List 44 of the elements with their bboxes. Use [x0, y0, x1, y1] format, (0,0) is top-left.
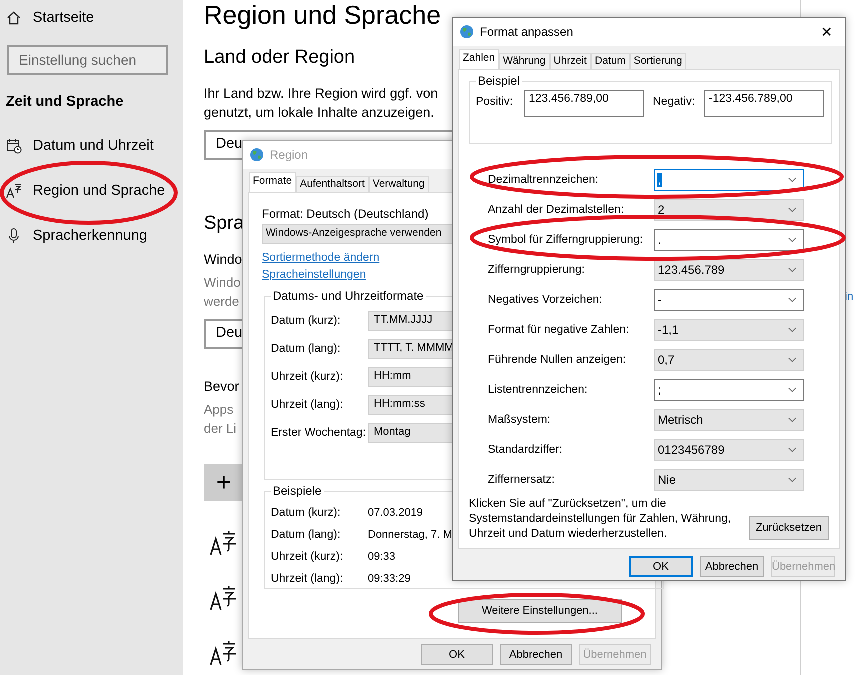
field-label: Maßsystem:	[488, 414, 552, 426]
example-box: -123.456.789,00	[704, 90, 824, 117]
description-text: Windo werde	[204, 274, 241, 311]
section-heading: Spra	[204, 212, 244, 236]
field-label: Uhrzeit (kurz):	[271, 371, 344, 383]
field-label: Positiv:	[476, 96, 514, 108]
group-title: Datums- und Uhrzeitformate	[272, 289, 425, 303]
field-label: Symbol für Zifferngruppierung:	[488, 234, 644, 246]
section-heading: Zeit und Sprache	[6, 94, 125, 110]
group-title: Beispiele	[272, 484, 323, 498]
example-value: Donnerstag, 7. M	[368, 529, 452, 541]
example-value: 07.03.2019	[368, 507, 424, 519]
window-title: Region	[270, 148, 310, 162]
description-text: Ihr Land bzw. Ihre Region wird ggf. von genutzt, um lokale Inhalte anzuzeigen.	[204, 85, 438, 122]
example-value: 09:33	[368, 551, 396, 563]
group-title: Beispiel	[477, 74, 522, 88]
field-label: Zifferngruppierung:	[488, 264, 586, 276]
field-label: Standardziffer:	[488, 444, 564, 456]
field-label: Negatives Vorzeichen:	[488, 294, 604, 306]
setting-label: Windo	[204, 252, 242, 267]
field-label: Erster Wochentag:	[271, 427, 368, 439]
description-text: Apps der Li	[204, 401, 237, 438]
field-label: Ziffernersatz:	[488, 474, 556, 486]
field-label: Datum (lang):	[271, 529, 342, 541]
format-label: Format: Deutsch (Deutschland)	[262, 207, 429, 221]
field-label: Listentrennzeichen:	[488, 384, 589, 396]
reset-hint-text: Klicken Sie auf "Zurücksetzen", um die Systemstandardeinstellungen für Zahlen, Währung, Uhrzeit und Datum wiederherzustellen.	[469, 497, 732, 542]
field-label: Führende Nullen anzeigen:	[488, 354, 628, 366]
field-label: Negativ:	[653, 96, 696, 108]
field-label: Datum (kurz):	[271, 507, 342, 519]
example-box: 123.456.789,00	[524, 90, 644, 117]
field-label: Uhrzeit (kurz):	[271, 551, 344, 563]
setting-label: Bevor	[204, 379, 240, 394]
field-label: Anzahl der Dezimalstellen:	[488, 204, 626, 216]
window-title: Format anpassen	[480, 25, 574, 39]
field-label: Uhrzeit (lang):	[271, 573, 344, 585]
page-title: Region und Sprache	[204, 0, 442, 30]
field-label: Datum (lang):	[271, 343, 342, 355]
field-label: Dezimaltrennzeichen:	[488, 174, 600, 186]
field-label: Uhrzeit (lang):	[271, 399, 344, 411]
example-value: 09:33:29	[368, 573, 411, 585]
field-label: Format für negative Zahlen:	[488, 324, 630, 336]
section-heading: Land oder Region	[204, 46, 356, 70]
field-label: Datum (kurz):	[271, 315, 342, 327]
